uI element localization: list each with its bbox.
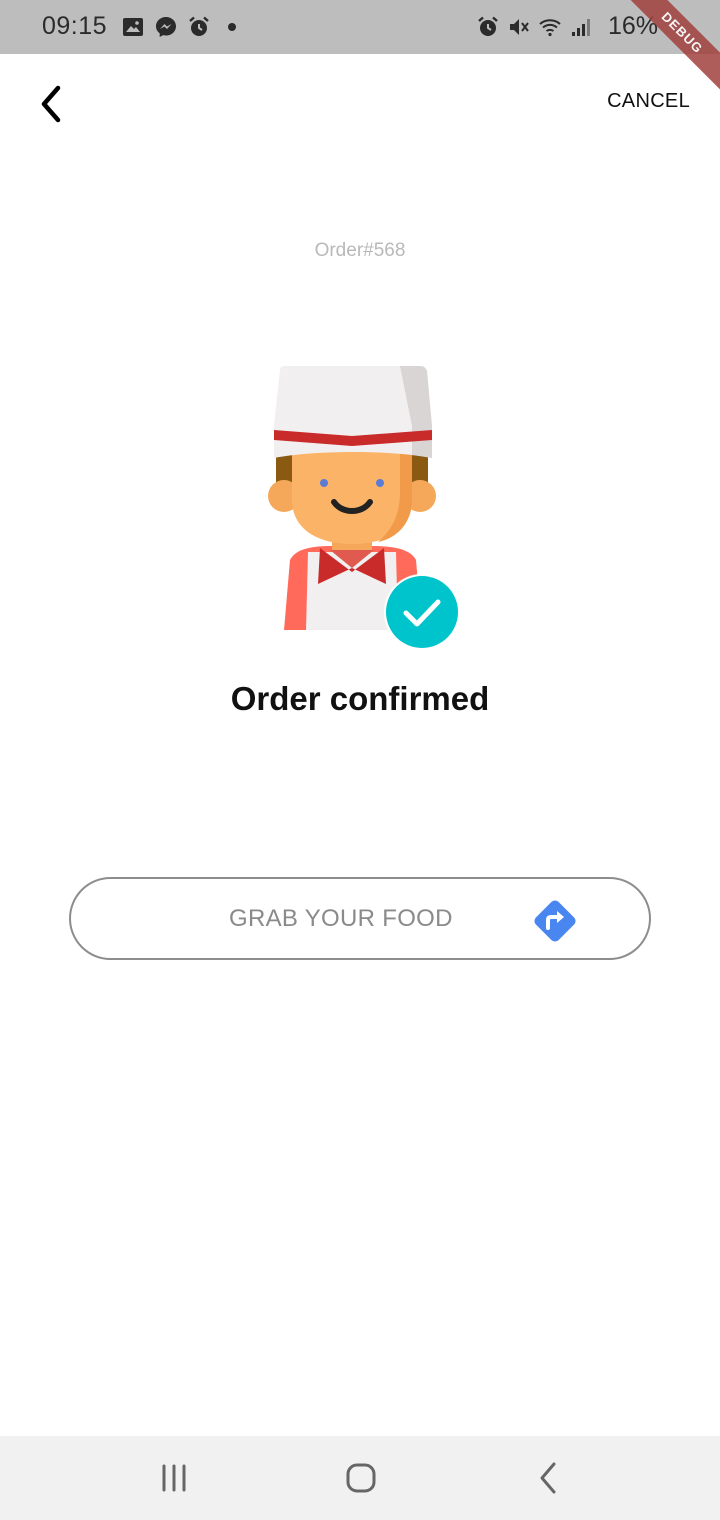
status-bar: 09:15 16% DEBUG — [0, 0, 720, 99]
status-right: 16% — [476, 12, 658, 41]
chef-illustration — [268, 366, 460, 650]
nav-back-button[interactable] — [528, 1458, 568, 1498]
wifi-icon — [539, 18, 561, 36]
status-time: 09:15 — [42, 12, 108, 40]
alarm-icon — [189, 16, 209, 36]
signal-icon — [571, 18, 590, 36]
back-button[interactable] — [34, 84, 70, 124]
alarm-icon — [478, 16, 498, 36]
home-icon — [346, 1463, 376, 1493]
dot-icon — [228, 22, 237, 31]
system-nav-bar — [0, 1436, 720, 1520]
chevron-left-icon — [41, 85, 61, 123]
mute-icon — [509, 18, 529, 35]
recents-button[interactable] — [154, 1458, 194, 1498]
directions-icon — [534, 900, 576, 942]
home-button[interactable] — [341, 1458, 381, 1498]
grab-your-food-button[interactable]: GRAB YOUR FOOD — [69, 877, 651, 960]
recents-icon — [162, 1464, 186, 1492]
order-status-title: Order confirmed — [230, 680, 490, 717]
grab-your-food-label: GRAB YOUR FOOD — [229, 905, 453, 932]
image-icon — [123, 17, 144, 36]
status-left: 09:15 — [42, 12, 253, 41]
cancel-button[interactable]: CANCEL — [607, 90, 690, 113]
order-number: Order#568 — [314, 240, 406, 261]
back-icon — [540, 1462, 556, 1494]
messenger-icon — [156, 16, 177, 37]
